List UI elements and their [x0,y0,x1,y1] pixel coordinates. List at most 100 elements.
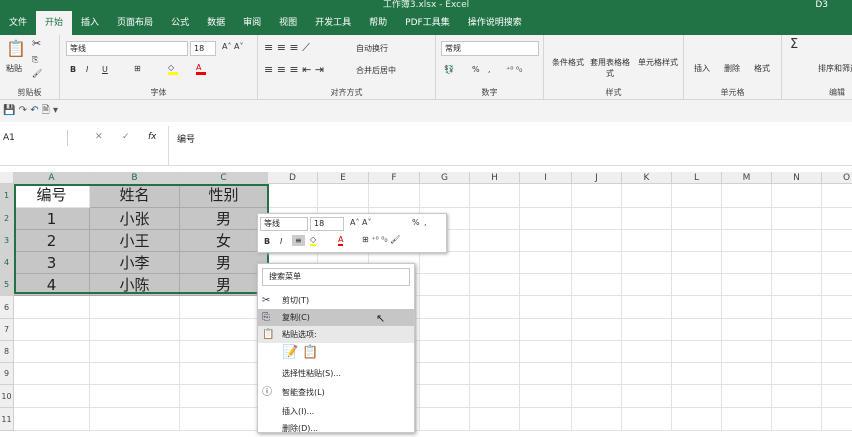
enter-icon[interactable]: ✓ [122,132,130,142]
cell-I8[interactable] [520,341,572,363]
cell-B1[interactable]: 姓名 [90,184,180,208]
cell-J4[interactable] [572,252,622,274]
column-header-I[interactable]: I [520,172,572,184]
cancel-icon[interactable]: ✕ [95,132,103,142]
column-header-N[interactable]: N [772,172,822,184]
horizontal-align-icons[interactable]: ≡ ≡ ≡ ⇤ ⇥ [264,63,324,76]
cell-A3[interactable]: 2 [14,230,90,252]
cell-G7[interactable] [420,319,470,341]
cell-M8[interactable] [722,341,772,363]
cell-K11[interactable] [622,408,672,431]
print-preview-icon[interactable]: 🗎 [42,105,50,116]
menu-item-delete[interactable]: 删除(D)... [258,420,414,437]
fill-color-icon[interactable]: ◇ [168,63,178,75]
mini-comma-button[interactable]: , [424,218,427,227]
cut-icon[interactable]: ✂ [32,37,41,50]
cell-I11[interactable] [520,408,572,431]
cell-I10[interactable] [520,385,572,408]
increase-font-icon[interactable]: A˄ A˅ [222,42,244,51]
cell-B3[interactable]: 小王 [90,230,180,252]
mini-bold-button[interactable]: B [264,237,270,246]
underline-button[interactable]: U [102,65,108,74]
cell-M4[interactable] [722,252,772,274]
format-table-button[interactable]: 套用表格格式 [588,57,632,79]
cell-I3[interactable] [520,230,572,252]
cell-I5[interactable] [520,274,572,296]
cell-I2[interactable] [520,208,572,230]
row-header-10[interactable]: 10 [0,385,14,408]
tell-me-search[interactable]: 操作说明搜索 [459,11,531,35]
row-header-8[interactable]: 8 [0,341,14,363]
cell-A6[interactable] [14,296,90,319]
row-header-2[interactable]: 2 [0,208,14,230]
cell-M6[interactable] [722,296,772,319]
row-header-6[interactable]: 6 [0,296,14,319]
cell-L8[interactable] [672,341,722,363]
cell-O9[interactable] [822,363,852,385]
tab-4[interactable]: 公式 [162,11,198,35]
cell-A2[interactable]: 1 [14,208,90,230]
cell-A5[interactable]: 4 [14,274,90,296]
cell-B2[interactable]: 小张 [90,208,180,230]
cell-C2[interactable]: 男 [180,208,268,230]
currency-icon[interactable]: 💱 [444,65,454,74]
cell-C10[interactable] [180,385,268,408]
cell-N5[interactable] [772,274,822,296]
cell-B5[interactable]: 小陈 [90,274,180,296]
row-header-4[interactable]: 4 [0,252,14,274]
cell-M5[interactable] [722,274,772,296]
column-header-J[interactable]: J [572,172,622,184]
cell-H9[interactable] [470,363,520,385]
cell-H1[interactable] [470,184,520,208]
cell-L3[interactable] [672,230,722,252]
format-painter-icon[interactable]: 🖌 [32,69,42,78]
cell-C11[interactable] [180,408,268,431]
border-icon[interactable]: ⊞ [134,64,141,73]
font-size-select[interactable]: 18 [190,41,216,56]
cell-L5[interactable] [672,274,722,296]
column-header-B[interactable]: B [90,172,180,184]
cell-O8[interactable] [822,341,852,363]
cell-I6[interactable] [520,296,572,319]
cell-G9[interactable] [420,363,470,385]
formula-input[interactable]: 编号 [168,126,852,166]
menu-item-insert[interactable]: 插入(I)... [258,403,414,420]
cell-L6[interactable] [672,296,722,319]
redo-icon[interactable]: ↷ [19,105,27,116]
copy-icon[interactable]: ⎘ [32,55,38,65]
cell-J9[interactable] [572,363,622,385]
mini-border-icon[interactable]: ⊞ ⁺⁰ ⁰₀ 🖌 [362,235,400,244]
cell-L7[interactable] [672,319,722,341]
cell-B9[interactable] [90,363,180,385]
cell-J5[interactable] [572,274,622,296]
cell-O4[interactable] [822,252,852,274]
menu-item-paste-special[interactable]: 选择性粘贴(S)... [258,365,414,382]
cell-C8[interactable] [180,341,268,363]
sort-filter-button[interactable]: 排序和筛选 [818,63,852,74]
cell-O10[interactable] [822,385,852,408]
cell-H4[interactable] [470,252,520,274]
font-color-icon[interactable]: A [196,63,206,75]
cell-M11[interactable] [722,408,772,431]
row-header-5[interactable]: 5 [0,274,14,296]
decimal-icons[interactable]: ⁺⁰ ⁰₀ [506,65,522,74]
cell-K3[interactable] [622,230,672,252]
cell-L10[interactable] [672,385,722,408]
cell-K9[interactable] [622,363,672,385]
cell-G1[interactable] [420,184,470,208]
autosum-icon[interactable]: Σ [790,37,798,52]
cell-H10[interactable] [470,385,520,408]
cell-O6[interactable] [822,296,852,319]
cell-N6[interactable] [772,296,822,319]
search-menu-input[interactable]: 搜索菜单 [262,268,410,286]
menu-item-copy[interactable]: ⎘ 复制(C) ↖ [258,309,414,326]
cell-K6[interactable] [622,296,672,319]
cell-J8[interactable] [572,341,622,363]
column-header-C[interactable]: C [180,172,268,184]
cell-O1[interactable] [822,184,852,208]
cell-G10[interactable] [420,385,470,408]
tab-10[interactable]: PDF工具集 [396,11,459,35]
cell-H8[interactable] [470,341,520,363]
mini-font-select[interactable]: 等线 [260,217,308,231]
column-header-F[interactable]: F [369,172,420,184]
